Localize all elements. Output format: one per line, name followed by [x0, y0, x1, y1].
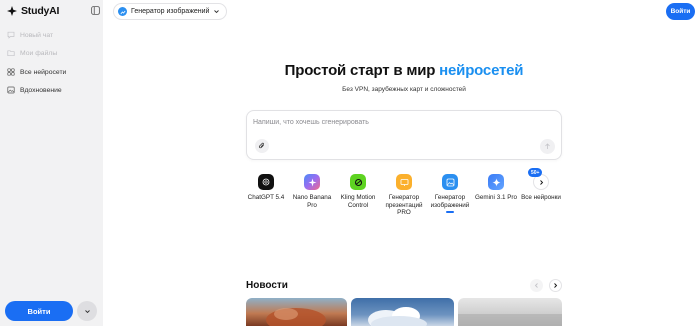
sidebar-item-label: Все нейросети — [20, 68, 67, 76]
sidebar-more-button[interactable] — [77, 301, 97, 321]
news-card[interactable] — [351, 298, 454, 326]
image-generator-icon — [118, 7, 127, 16]
sidebar: StudyAI Новый чат Мои файлы Все нейросет… — [0, 0, 103, 326]
grid-icon — [7, 68, 15, 76]
chatgpt-icon — [258, 174, 274, 190]
arrow-up-icon — [545, 143, 550, 149]
model-label: Kling Motion Control — [340, 194, 376, 209]
model-label: Gemini 3.1 Pro — [475, 194, 517, 201]
sidebar-item-my-files[interactable]: Мои файлы — [7, 49, 57, 57]
news-card[interactable] — [246, 298, 347, 326]
sidebar-item-inspiration[interactable]: Вдохновение — [7, 86, 62, 94]
sidebar-item-new-chat[interactable]: Новый чат — [7, 31, 53, 39]
models-row: ChatGPT 5.4 Nano Banana Pro Kling Motion… — [246, 174, 566, 224]
prompt-input[interactable] — [253, 119, 533, 126]
model-image-generator[interactable]: Генератор изображений — [427, 174, 473, 214]
selected-indicator — [446, 211, 454, 214]
attach-button[interactable] — [255, 139, 269, 153]
nano-banana-icon — [304, 174, 320, 190]
sidebar-toggle-icon[interactable] — [91, 6, 100, 15]
page-subtitle: Без VPN, зарубежных карт и сложностей — [342, 86, 466, 93]
model-label: Генератор изображений — [430, 194, 470, 209]
send-button[interactable] — [540, 139, 555, 154]
studyai-logo-icon — [7, 6, 17, 16]
chevron-down-icon — [84, 309, 90, 313]
news-title: Новости — [246, 280, 288, 291]
folder-icon — [7, 50, 15, 57]
model-gemini[interactable]: Gemini 3.1 Pro — [473, 174, 519, 202]
model-label: Nano Banana Pro — [292, 194, 332, 209]
sidebar-item-label: Мои файлы — [20, 49, 58, 57]
model-all[interactable]: Все нейронки — [518, 174, 564, 202]
model-label: ChatGPT 5.4 — [247, 194, 285, 201]
paperclip-icon — [259, 142, 264, 149]
logo-text: StudyAI — [21, 5, 60, 17]
news-card[interactable] — [458, 298, 562, 326]
news-card-image — [458, 314, 562, 326]
title-accent: нейросетей — [439, 62, 524, 79]
image-generator-icon — [442, 174, 458, 190]
sidebar-item-all-networks[interactable]: Все нейросети — [7, 68, 66, 76]
sidebar-login-button[interactable]: Войти — [5, 301, 73, 321]
header-login-button[interactable]: Войти — [666, 3, 695, 20]
model-presentations[interactable]: Генератор презентаций PRO — [381, 174, 427, 217]
chevron-left-icon — [534, 283, 538, 288]
sidebar-item-label: Новый чат — [20, 31, 54, 39]
prompt-box — [246, 110, 562, 160]
chevron-down-icon — [214, 10, 220, 14]
news-card-image — [266, 308, 326, 326]
sidebar-item-label: Вдохновение — [20, 86, 62, 94]
model-label: Все нейронки — [521, 194, 561, 201]
model-label: Генератор презентаций PRO — [385, 194, 423, 217]
news-prev-button[interactable] — [530, 279, 543, 292]
gemini-icon — [488, 174, 504, 190]
model-chatgpt[interactable]: ChatGPT 5.4 — [243, 174, 289, 202]
model-nano-banana[interactable]: Nano Banana Pro — [289, 174, 335, 209]
chevron-right-icon — [554, 283, 558, 288]
kling-icon — [350, 174, 366, 190]
page-title: Простой старт в мир нейросетей — [246, 62, 562, 79]
logo[interactable]: StudyAI — [6, 5, 59, 17]
all-count-badge: 50+ — [528, 168, 543, 177]
model-selector-label: Генератор изображений — [131, 8, 210, 15]
model-selector[interactable]: Генератор изображений — [113, 3, 228, 20]
image-icon — [7, 86, 15, 94]
presentation-icon — [396, 174, 412, 190]
title-main: Простой старт в мир — [284, 62, 436, 79]
news-next-button[interactable] — [549, 279, 562, 292]
model-kling[interactable]: Kling Motion Control — [335, 174, 381, 209]
chat-plus-icon — [7, 31, 15, 39]
news-card-image — [368, 307, 427, 326]
